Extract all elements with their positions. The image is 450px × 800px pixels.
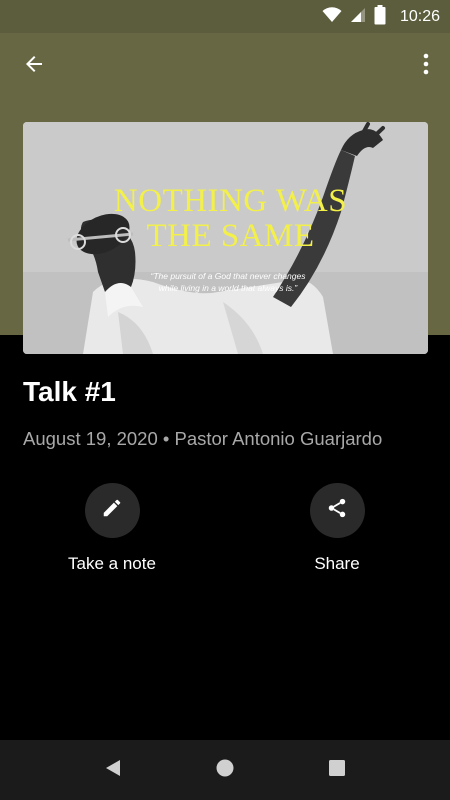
share-label: Share [314,554,360,573]
artwork-title: NOTHING WAS THE SAME [23,184,428,254]
system-navigation-bar [0,740,450,800]
share-icon [326,496,348,525]
artwork-quote-line-1: “The pursuit of a God that never changes [150,271,306,281]
cell-signal-icon [350,7,366,28]
battery-icon [374,4,386,30]
nav-back-icon [102,758,122,783]
nav-recents-icon [327,758,347,783]
artwork-quote: “The pursuit of a God that never changes… [118,270,338,294]
nav-recents-button[interactable] [322,755,352,785]
more-vert-icon [423,53,429,80]
take-note-circle [84,483,140,538]
share-circle [309,483,365,538]
talk-date-speaker: August 19, 2020 • Pastor Antonio Guarjar… [23,428,383,449]
overflow-menu-button[interactable] [414,48,438,84]
pencil-icon [101,497,123,524]
status-bar: 10:26 [0,0,450,33]
artwork-quote-line-2: while living in a world that always is.” [158,283,298,293]
series-artwork: NOTHING WAS THE SAME “The pursuit of a G… [23,122,428,354]
back-button[interactable] [16,48,52,84]
nav-home-icon [215,758,235,783]
arrow-back-icon [22,52,46,81]
share-button[interactable]: Share [262,483,412,574]
talk-detail-screen: 10:26 NOTHING WAS THE SAME “The pursuit … [0,0,450,800]
nav-back-button[interactable] [97,755,127,785]
wifi-icon [322,6,342,28]
artwork-title-line-2: THE SAME [146,218,315,254]
take-note-label: Take a note [68,554,156,573]
status-icons: 10:26 [322,4,440,30]
status-time: 10:26 [399,8,440,25]
take-note-button[interactable]: Take a note [37,483,187,574]
artwork-title-line-1: NOTHING WAS [113,183,348,219]
talk-title: Talk #1 [23,376,116,407]
nav-home-button[interactable] [210,755,240,785]
